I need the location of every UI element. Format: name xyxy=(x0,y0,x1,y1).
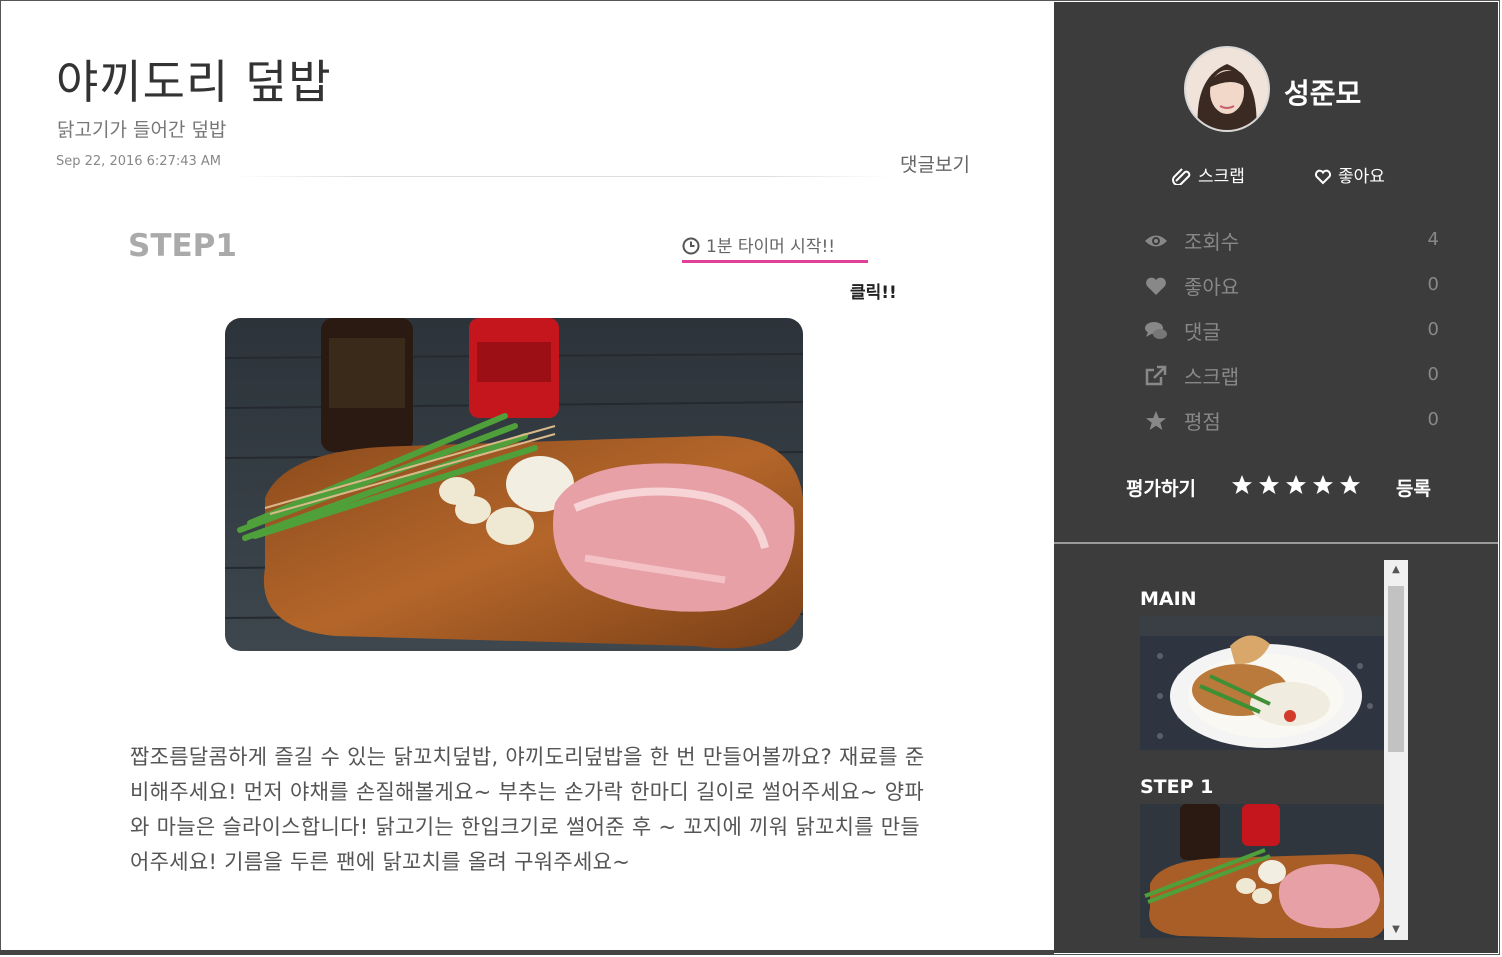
step-photo xyxy=(225,318,803,651)
rating-star-2-icon[interactable] xyxy=(1257,474,1281,500)
stat-value: 0 xyxy=(1427,319,1439,340)
thumbnail-label: STEP 1 xyxy=(1140,776,1214,798)
step-thumbnail-list: MAIN STEP 1 xyxy=(1140,580,1386,940)
thumbnail-main[interactable] xyxy=(1140,616,1384,750)
author-avatar[interactable] xyxy=(1184,46,1270,132)
stat-scraps: 스크랩 0 xyxy=(1144,361,1444,391)
clock-icon xyxy=(682,237,700,255)
stat-rating: 평점 0 xyxy=(1144,406,1444,436)
rating-star-3-icon[interactable] xyxy=(1284,474,1308,500)
recipe-title: 야끼도리 덮밥 xyxy=(56,55,332,109)
like-label: 좋아요 xyxy=(1338,167,1385,187)
stat-label: 스크랩 xyxy=(1184,365,1240,389)
heart-outline-icon xyxy=(1314,169,1332,185)
timer-underline xyxy=(682,260,868,263)
rating-star-1-icon[interactable] xyxy=(1230,474,1254,500)
rating-stars[interactable] xyxy=(1230,474,1365,500)
timer-start-button[interactable]: 1분 타이머 시작!! xyxy=(682,232,835,257)
scrap-button[interactable]: 스크랩 xyxy=(1172,162,1245,187)
rating-star-5-icon[interactable] xyxy=(1338,474,1362,500)
scrap-label: 스크랩 xyxy=(1198,167,1245,187)
rate-label: 평가하기 xyxy=(1126,478,1196,500)
stat-value: 0 xyxy=(1427,274,1439,295)
stat-value: 0 xyxy=(1427,364,1439,385)
sidebar-divider xyxy=(1054,542,1498,544)
header-divider xyxy=(232,176,892,177)
info-sidebar: 성준모 스크랩 좋아요 조회수 4 좋아요 0 댓글 0 스크랩 0 평점 0 … xyxy=(1054,2,1498,953)
stat-label: 댓글 xyxy=(1184,320,1221,344)
recipe-subtitle: 닭고기가 들어간 덮밥 xyxy=(57,119,227,141)
thumbnail-step-1[interactable] xyxy=(1140,804,1384,938)
bottom-border xyxy=(0,950,1054,955)
paperclip-icon xyxy=(1172,168,1191,186)
thumbnail-scrollbar[interactable]: ▲ ▼ xyxy=(1384,560,1408,940)
scroll-up-arrow-icon[interactable]: ▲ xyxy=(1384,560,1408,580)
eye-icon xyxy=(1145,235,1167,247)
author-name: 성준모 xyxy=(1284,77,1362,110)
click-annotation: 클릭!! xyxy=(850,283,897,303)
stat-label: 좋아요 xyxy=(1184,275,1240,299)
view-comments-link[interactable]: 댓글보기 xyxy=(900,150,970,177)
register-rating-button[interactable]: 등록 xyxy=(1396,474,1431,501)
scroll-thumb[interactable] xyxy=(1388,586,1404,752)
step-description: 짭조름달콤하게 즐길 수 있는 닭꼬치덮밥, 야끼도리덮밥을 한 번 만들어볼까… xyxy=(130,745,925,874)
recipe-main-panel: 야끼도리 덮밥 닭고기가 들어간 덮밥 Sep 22, 2016 6:27:43… xyxy=(2,2,1054,950)
heart-icon xyxy=(1146,277,1166,295)
external-link-icon xyxy=(1145,365,1167,386)
stat-comments: 댓글 0 xyxy=(1144,316,1444,346)
stat-label: 조회수 xyxy=(1184,230,1240,254)
scroll-down-arrow-icon[interactable]: ▼ xyxy=(1384,920,1408,940)
comments-icon xyxy=(1145,322,1167,339)
timer-label: 1분 타이머 시작!! xyxy=(706,237,836,257)
rating-star-4-icon[interactable] xyxy=(1311,474,1335,500)
stat-views: 조회수 4 xyxy=(1144,226,1444,256)
thumbnail-label: MAIN xyxy=(1140,588,1197,610)
stat-label: 평점 xyxy=(1184,410,1221,434)
stat-likes: 좋아요 0 xyxy=(1144,271,1444,301)
step-title: STEP1 xyxy=(128,228,237,264)
star-icon xyxy=(1146,411,1166,430)
recipe-date: Sep 22, 2016 6:27:43 AM xyxy=(56,154,222,169)
stat-value: 0 xyxy=(1427,409,1439,430)
stat-value: 4 xyxy=(1427,229,1439,250)
like-button[interactable]: 좋아요 xyxy=(1314,162,1385,187)
